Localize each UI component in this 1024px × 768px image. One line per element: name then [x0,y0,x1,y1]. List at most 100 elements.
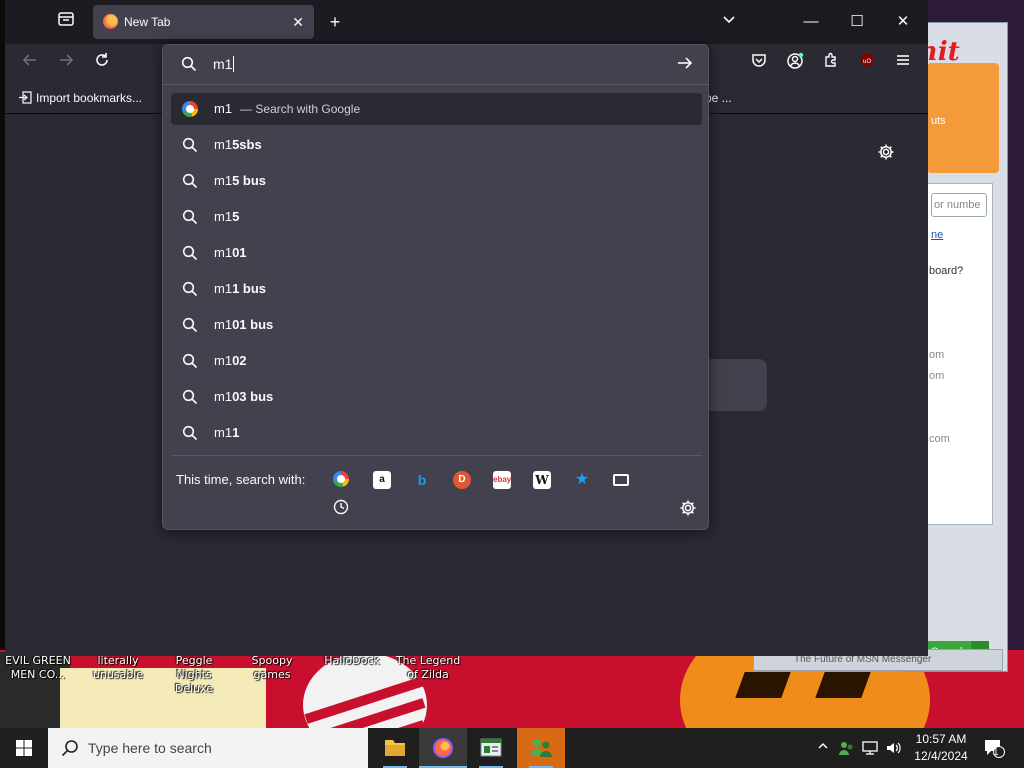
folder-icon [385,740,405,756]
volume-icon[interactable] [884,728,904,768]
bing-icon: b [417,472,427,488]
urlbar-input[interactable]: m1 [213,56,235,72]
taskbar-file-explorer[interactable] [371,728,419,768]
msn-text-om1: om [929,349,945,361]
suggestion-text: m103 bus [214,389,273,404]
engine-google-button[interactable] [333,471,351,489]
start-button[interactable] [0,728,48,768]
desktop-icon-hallodock[interactable]: HalloDock [316,654,388,668]
urlbar-popup: m1 m1— Search with Google m15sbs m15 bus m1… [162,44,709,530]
minimize-button[interactable]: — [796,8,826,36]
suggestion-typed-part: m1 [214,389,233,404]
svg-text:uO: uO [863,58,872,65]
ebay-icon: ebay [493,475,512,484]
desktop-icon-label: literally unusable [92,654,144,681]
suggestion-typed-part: m1 [214,101,233,116]
bookmark-star-icon: ★ [574,471,590,488]
engine-tabs-button[interactable] [613,474,629,486]
desktop-icon-evil-green-men[interactable]: EVIL GREEN MEN CO... [2,654,74,682]
windows-logo-icon [16,740,32,756]
engine-bing-button[interactable]: b [413,471,431,489]
desktop-icon-legend-of-zilda[interactable]: The Legend of Zilda [392,654,464,682]
taskbar-search-box[interactable]: Type here to search [48,728,368,768]
suggestion-typed-part: m1 [214,317,233,332]
system-clock[interactable]: 10:57 AM 12/4/2024 [908,731,974,765]
desktop-icon-literally-unusable[interactable]: literally unusable [82,654,154,682]
close-tab-icon[interactable]: ✕ [292,14,304,31]
urlbar-input-row[interactable]: m1 [163,45,708,85]
engine-amazon-button[interactable]: a [373,471,391,489]
suggestion-row[interactable]: m15sbs [171,129,702,161]
list-all-tabs-icon[interactable] [717,10,741,34]
go-arrow-icon[interactable] [676,54,698,76]
engine-history-button[interactable] [333,499,349,515]
suggestion-completion: 1 bus [232,281,267,296]
network-icon[interactable] [860,728,880,768]
engine-duckduckgo-button[interactable]: D [453,471,471,489]
forward-button[interactable] [54,52,78,76]
import-bookmarks-label: Import bookmarks... [36,91,143,105]
msn-search-field[interactable]: or numbe [931,193,987,217]
tab-strip: New Tab ✕ + — ☐ ✕ [5,0,928,44]
engine-wikipedia-button[interactable]: W [533,471,551,489]
search-settings-gear-icon[interactable] [679,499,697,517]
newtab-search-box[interactable] [703,359,767,411]
suggestion-row[interactable]: m101 bus [171,309,702,341]
suggestion-row[interactable]: m15 [171,201,702,233]
search-icon [60,738,80,761]
engine-ebay-button[interactable]: ebay [493,471,511,489]
suggestion-text: m101 bus [214,317,273,332]
search-icon [182,209,198,225]
app-window-icon [480,738,502,757]
suggestion-text: m11 bus [214,281,266,296]
ublock-origin-icon[interactable]: uO [855,52,879,76]
search-icon [181,56,197,75]
firefox-icon [433,738,453,758]
taskbar-firefox[interactable] [419,728,467,768]
import-bookmarks-button[interactable]: Import bookmarks... [19,91,142,105]
bookmark-overflow[interactable]: pe ... [705,91,732,105]
pocket-icon[interactable] [747,52,771,76]
desktop-icon-label: The Legend of Zilda [395,654,461,681]
account-icon[interactable] [783,52,807,76]
reload-button[interactable] [90,52,114,76]
msn-link[interactable]: ne [931,229,943,241]
search-icon [182,173,198,189]
search-icon [182,245,198,261]
engine-bookmarks-button[interactable]: ★ [573,471,591,489]
suggestion-row[interactable]: m102 [171,345,702,377]
tab-new-tab[interactable]: New Tab ✕ [93,5,314,39]
desktop-icon-peggle[interactable]: Peggle Nights Deluxe [158,654,230,696]
suggestion-row[interactable]: m101 [171,237,702,269]
suggestion-row[interactable]: m15 bus [171,165,702,197]
firefox-view-icon[interactable] [54,10,78,34]
newtab-settings-gear-icon[interactable] [874,143,898,167]
suggestion-text: m101 [214,245,247,260]
taskbar-msn-messenger[interactable] [517,728,565,768]
desktop-icon-spoopy-games[interactable]: Spoopy games [236,654,308,682]
suggestion-typed-part: m1 [214,209,233,224]
close-window-button[interactable]: ✕ [888,8,918,36]
maximize-button[interactable]: ☐ [842,8,872,36]
extensions-icon[interactable] [819,52,843,76]
notifications-button[interactable]: 1 [980,728,1008,768]
msn-text-com: com [929,433,950,445]
suggestion-row[interactable]: m11 bus [171,273,702,305]
suggestion-completion: 5sbs [232,137,262,152]
taskbar-app-window[interactable] [467,728,515,768]
suggestion-typed-part: m1 [214,245,233,260]
search-icon [182,317,198,333]
desktop-icon-label: EVIL GREEN MEN CO... [5,654,71,681]
search-icon [182,137,198,153]
oneoff-label: This time, search with: [176,472,306,487]
google-icon [333,471,349,487]
menu-icon[interactable] [891,52,915,76]
back-button[interactable] [18,52,42,76]
show-hidden-icons-chevron-icon[interactable] [814,728,832,768]
suggestion-row[interactable]: m1 — Search with Google [171,93,702,125]
tray-msn-icon[interactable] [836,728,856,768]
suggestion-row[interactable]: m103 bus [171,381,702,413]
oneoff-divider [171,455,702,456]
suggestion-row[interactable]: m11 [171,417,702,449]
new-tab-button[interactable]: + [323,10,347,34]
